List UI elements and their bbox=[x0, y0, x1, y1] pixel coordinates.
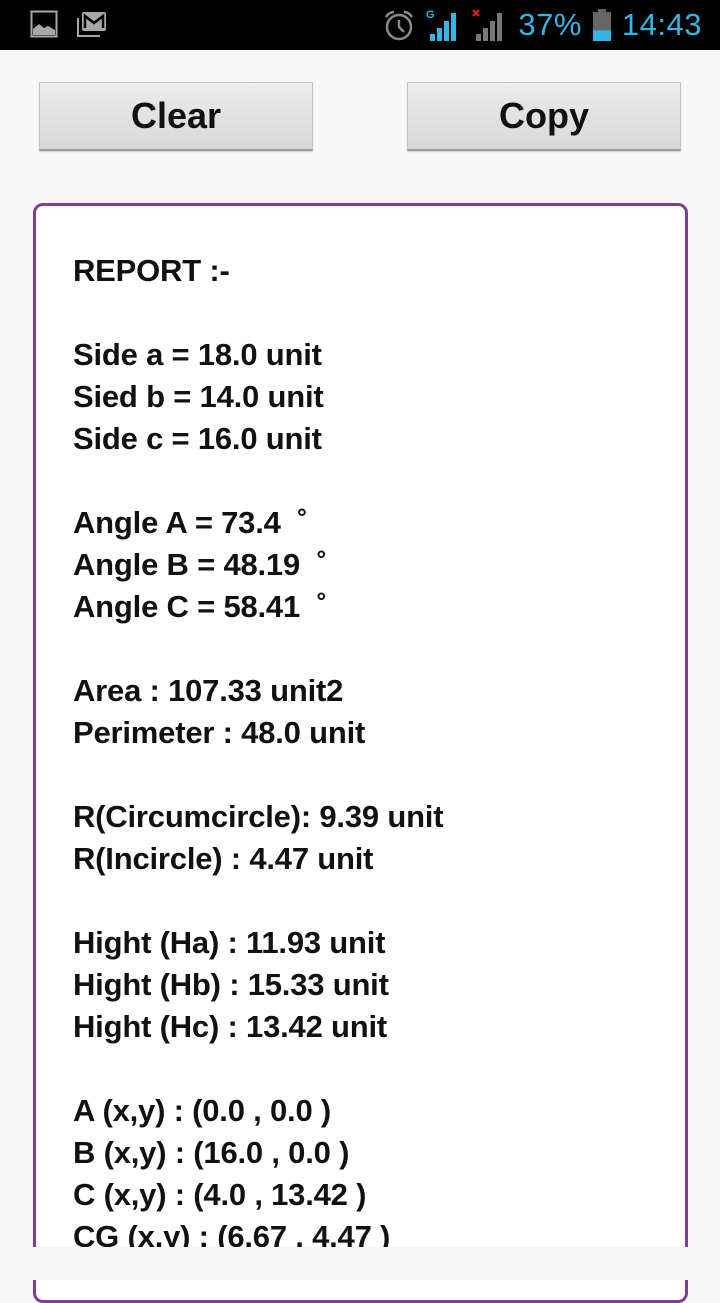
height-c-line: Hight (Hc) : 13.42 unit bbox=[73, 1009, 388, 1044]
side-c-line: Side c = 16.0 unit bbox=[73, 421, 322, 456]
inradius-line: R(Incircle) : 4.47 unit bbox=[73, 841, 374, 876]
clear-button[interactable]: Clear bbox=[39, 82, 313, 151]
svg-text:G: G bbox=[426, 9, 435, 21]
side-b-line: Sied b = 14.0 unit bbox=[73, 379, 324, 414]
side-a-line: Side a = 18.0 unit bbox=[73, 337, 322, 372]
gallery-notification-icon bbox=[30, 10, 58, 38]
clock-time: 14:43 bbox=[621, 7, 702, 42]
report-title: REPORT :- bbox=[73, 253, 230, 288]
coord-c-line: C (x,y) : (4.0 , 13.42 ) bbox=[73, 1177, 367, 1212]
report-text-area[interactable]: REPORT :- Side a = 18.0 unit Sied b = 14… bbox=[33, 203, 688, 1303]
copy-button[interactable]: Copy bbox=[407, 82, 681, 151]
signal-no-sim-icon bbox=[472, 8, 508, 42]
bottom-edge bbox=[0, 1247, 720, 1280]
battery-icon bbox=[592, 8, 612, 42]
battery-percent: 37% bbox=[518, 7, 582, 42]
height-a-line: Hight (Ha) : 11.93 unit bbox=[73, 925, 386, 960]
action-button-row: Clear Copy bbox=[0, 82, 720, 152]
angle-a-line: Angle A = 73.4 ˚ bbox=[73, 505, 308, 540]
alarm-icon bbox=[382, 9, 416, 41]
report-content: REPORT :- Side a = 18.0 unit Sied b = 14… bbox=[73, 250, 653, 1258]
angle-c-line: Angle C = 58.41 ˚ bbox=[73, 589, 327, 624]
height-b-line: Hight (Hb) : 15.33 unit bbox=[73, 967, 389, 1002]
angle-b-line: Angle B = 48.19 ˚ bbox=[73, 547, 327, 582]
signal-g-icon: G bbox=[426, 8, 462, 42]
coord-b-line: B (x,y) : (16.0 , 0.0 ) bbox=[73, 1135, 350, 1170]
status-bar: G 37% 14:43 bbox=[0, 0, 720, 50]
perimeter-line: Perimeter : 48.0 unit bbox=[73, 715, 366, 750]
area-line: Area : 107.33 unit2 bbox=[73, 673, 344, 708]
circumradius-line: R(Circumcircle): 9.39 unit bbox=[73, 799, 444, 834]
gmail-notification-icon bbox=[76, 10, 108, 38]
coord-a-line: A (x,y) : (0.0 , 0.0 ) bbox=[73, 1093, 332, 1128]
